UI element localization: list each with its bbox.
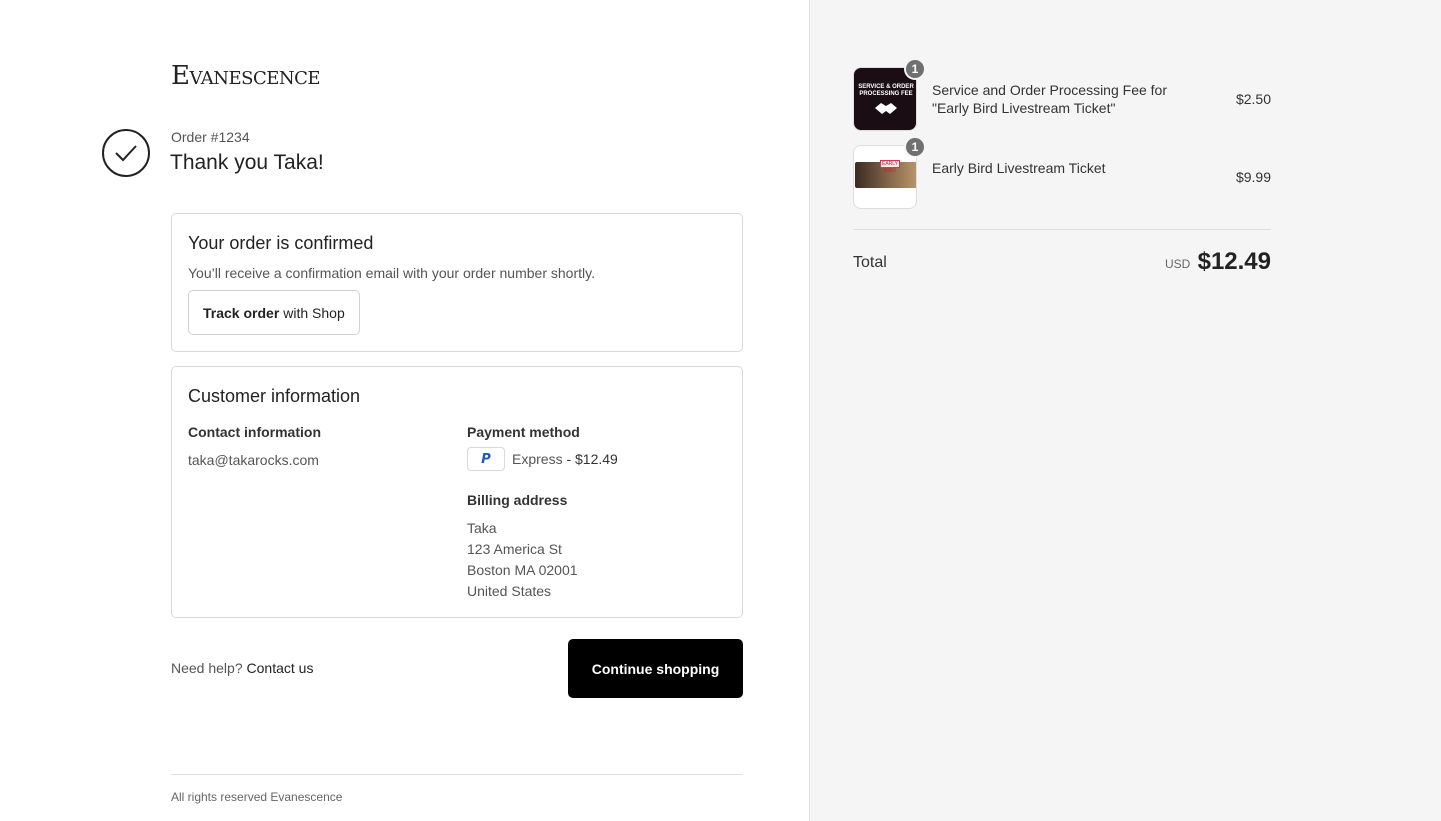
quantity-badge: 1 — [904, 58, 926, 80]
billing-address-label: Billing address — [467, 492, 568, 508]
contact-us-link[interactable]: Contact us — [247, 660, 314, 676]
track-order-suffix: with Shop — [283, 304, 345, 321]
summary-divider — [853, 229, 1271, 230]
contact-info-label: Contact information — [188, 424, 321, 440]
order-summary-panel: SERVICE & ORDER PROCESSING FEE 1 Service… — [809, 0, 1441, 821]
customer-info-section: Customer information Contact information… — [171, 366, 743, 618]
track-order-button[interactable]: Track order with Shop — [188, 290, 360, 335]
payment-method-label: Payment method — [467, 424, 580, 440]
thumbnail-text: SERVICE & ORDER PROCESSING FEE — [858, 84, 914, 97]
track-order-label: Track order — [203, 304, 280, 321]
item-price: $2.50 — [1235, 91, 1271, 107]
order-confirmed-section: Your order is confirmed You’ll receive a… — [171, 213, 743, 352]
handshake-icon — [875, 103, 897, 114]
section-title: Customer information — [188, 386, 361, 406]
cart-item: EARLY BIRD 1 Early Bird Livestream Ticke… — [853, 136, 1271, 209]
help-label: Need help? — [171, 660, 243, 676]
total-label: Total — [853, 254, 887, 271]
cart-item: SERVICE & ORDER PROCESSING FEE 1 Service… — [853, 58, 1271, 131]
section-title: Your order is confirmed — [188, 233, 374, 253]
checkmark-icon — [102, 129, 150, 177]
total-currency: USD — [1165, 257, 1191, 271]
item-name: Early Bird Livestream Ticket — [932, 160, 1106, 176]
payment-method-name: Express — [512, 451, 563, 467]
logo-text: Evanescence — [171, 61, 321, 91]
continue-shopping-button[interactable]: Continue shopping — [568, 639, 743, 698]
order-number: Order #1234 — [171, 129, 250, 145]
item-price: $9.99 — [1235, 169, 1271, 185]
billing-street: 123 America St — [467, 541, 562, 557]
help-text: Need help? Contact us — [171, 660, 313, 676]
footer-text: All rights reserved Evanescence — [171, 790, 343, 804]
payment-method-value: Express - $12.49 — [512, 451, 618, 467]
billing-city: Boston MA 02001 — [467, 562, 578, 578]
footer-divider — [171, 774, 743, 775]
billing-name: Taka — [467, 520, 497, 536]
main-panel: Evanescence Order #1234 Thank you Taka! … — [0, 0, 809, 821]
item-name: Service and Order Processing Fee for "Ea… — [932, 82, 1167, 116]
thumbnail-text: EARLY BIRD — [880, 160, 900, 174]
contact-email: taka@takarocks.com — [188, 452, 319, 468]
paypal-icon: P — [467, 447, 505, 471]
billing-country: United States — [467, 583, 552, 599]
store-logo[interactable]: Evanescence — [171, 56, 321, 96]
page-title: Thank you Taka! — [170, 151, 324, 174]
payment-amount: - $12.49 — [566, 451, 618, 467]
confirmation-message: You’ll receive a confirmation email with… — [188, 265, 595, 281]
total-amount: $12.49 — [1197, 248, 1271, 275]
quantity-badge: 1 — [904, 136, 926, 158]
